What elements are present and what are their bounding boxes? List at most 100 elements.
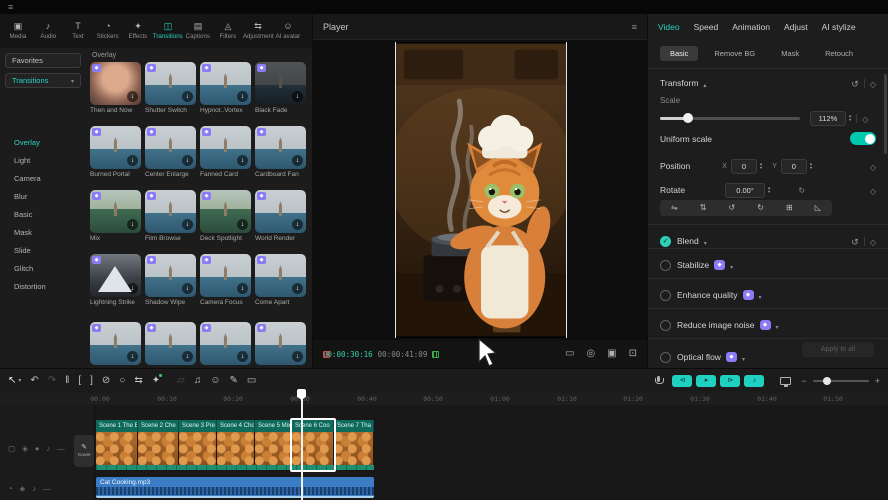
layers-icon[interactable]: ▱ [177,375,185,387]
chevron-down-icon[interactable] [742,348,745,366]
transition-item[interactable]: Come Apart [255,254,306,306]
preview-canvas[interactable] [313,40,647,340]
ribbon-tab-media[interactable]: ▣Media [3,16,33,46]
track-more-icon[interactable]: — [57,445,65,453]
chevron-down-icon[interactable]: ▾ [18,375,21,387]
microphone-icon[interactable] [655,376,662,387]
transition-item[interactable]: Burned Portal [90,126,141,178]
app-menu-icon[interactable]: ≡ [8,3,13,12]
sidebar-item-slide[interactable]: Slide [5,242,85,258]
sidebar-item-blur[interactable]: Blur [5,188,85,204]
keyframe-icon[interactable] [870,181,876,199]
stepper-icon[interactable] [760,162,762,171]
rotate-dial-icon[interactable]: ↻ [798,186,805,195]
collection-dropdown[interactable]: Transitions [5,73,81,88]
track-more-icon[interactable]: — [43,485,51,493]
keyframe-icon[interactable] [862,109,868,127]
enhance-quality-row[interactable]: Enhance quality [660,286,876,304]
position-x-field[interactable]: 0 [731,159,757,174]
track-record-icon[interactable]: ● [35,445,40,453]
sidebar-item-camera[interactable]: Camera [5,170,85,186]
ribbon-tab-captions[interactable]: ▤Captions [183,16,213,46]
video-clip[interactable]: Scene 2 Che [138,420,179,465]
zoom-out-icon[interactable]: − [801,376,806,386]
stabilize-checkbox[interactable] [660,260,671,271]
sidebar-item-overlay[interactable]: Overlay [5,134,85,150]
optical-flow-checkbox[interactable] [660,352,671,363]
transition-item[interactable]: Cardboard Fan [255,126,306,178]
ribbon-tab-text[interactable]: TText [63,16,93,46]
ribbon-tab-effects[interactable]: ✦Effects [123,16,153,46]
transition-item[interactable]: Hypnot..Vortex [200,62,251,114]
apply-to-all-button[interactable]: Apply to all [802,342,874,357]
uniform-scale-toggle[interactable] [850,132,876,145]
flip-horizontal-icon[interactable]: ⇋ [671,204,678,212]
cover-button[interactable]: ✎ Cover [74,435,94,467]
sidebar-item-mask[interactable]: Mask [5,224,85,240]
video-clip[interactable]: Scene 1 The E [96,420,138,465]
trim-left-icon[interactable]: [ [78,375,81,387]
chevron-down-icon[interactable] [730,256,733,274]
transition-item[interactable] [145,322,196,365]
transform-header[interactable]: Transform [660,74,876,92]
transition-item[interactable]: Shutter Switch [145,62,196,114]
crop-icon[interactable]: ◺ [815,204,821,212]
screen-record-icon[interactable]: ▭ [247,375,256,387]
video-clip[interactable]: Scene 5 Mix [255,420,292,465]
stepper-icon[interactable] [849,114,851,123]
sidebar-item-distortion[interactable]: Distortion [5,278,85,294]
collapse-icon[interactable] [703,74,706,92]
reset-icon[interactable] [851,74,859,92]
tab-video[interactable]: Video [658,22,680,32]
transition-item[interactable]: Center Enlarge [145,126,196,178]
track-clock-icon[interactable]: ◔ [8,485,13,493]
redo-icon[interactable]: ↷ [48,375,56,387]
mini-player-icon[interactable]: ▣ [607,349,616,359]
transition-item[interactable]: Shadow Wipe [145,254,196,306]
video-clip[interactable]: Scene 7 Tha [334,420,374,465]
transition-item[interactable]: Black Fade [255,62,306,114]
timeline-ruler[interactable]: 00:00 00:10 00:20 00:30 00:40 00:50 01:0… [0,393,888,405]
sidebar-item-light[interactable]: Light [5,152,85,168]
ribbon-tab-ai-avatar[interactable]: ☺AI avatar [273,16,303,46]
split-icon[interactable]: ‖ [65,375,69,387]
rotate-field[interactable]: 0.00° [725,183,765,198]
position-y-field[interactable]: 0 [781,159,807,174]
transition-item[interactable]: Film Browse [145,190,196,242]
video-clip[interactable]: Scene 3 Pre [179,420,217,465]
favorites-button[interactable]: Favorites [5,53,81,68]
track-mute-icon[interactable]: ♪ [32,485,36,493]
keyframe-icon[interactable] [870,74,876,92]
playhead-line[interactable] [301,391,303,500]
draw-tool-icon[interactable]: ✎ [230,375,238,387]
subtab-mask[interactable]: Mask [771,46,809,61]
tab-ai-stylize[interactable]: AI stylize [822,22,856,32]
delete-icon[interactable]: ⊘ [102,375,110,387]
select-tool-icon[interactable]: ↖ [8,375,16,387]
ribbon-tab-transitions[interactable]: ◫Transitions [153,16,183,46]
flip-vertical-icon[interactable]: ⇅ [700,204,707,212]
timeline-control-4-icon[interactable]: ♪ [744,375,764,387]
keyframe-icon[interactable] [870,157,876,175]
chevron-down-icon[interactable] [759,286,762,304]
timeline-control-3-icon[interactable]: ⊳ [720,375,740,387]
monitor-icon[interactable] [780,377,791,385]
smart-tool-icon[interactable]: ✦ [152,375,160,387]
audio-clip[interactable]: Cat Cooking.mp3 [96,477,374,498]
transition-item[interactable] [90,322,141,365]
mirror-icon[interactable]: ⇆ [134,375,142,387]
record-indicator-icon[interactable] [323,351,330,358]
rotate-left-icon[interactable]: ↺ [729,204,736,212]
zoom-in-icon[interactable]: + [875,376,880,386]
stabilize-row[interactable]: Stabilize [660,256,876,274]
extract-person-icon[interactable]: ☺ [210,375,220,387]
transition-item[interactable] [255,322,306,365]
tab-animation[interactable]: Animation [732,22,770,32]
reduce-noise-row[interactable]: Reduce image noise [660,316,876,334]
track-frame-icon[interactable]: ▢ [8,445,15,453]
sidebar-item-glitch[interactable]: Glitch [5,260,85,276]
track-adjust-icon[interactable]: ◈ [22,445,28,453]
tab-adjust[interactable]: Adjust [784,22,808,32]
track-mute-icon[interactable]: ♪ [46,445,50,453]
enhance-quality-checkbox[interactable] [660,290,671,301]
